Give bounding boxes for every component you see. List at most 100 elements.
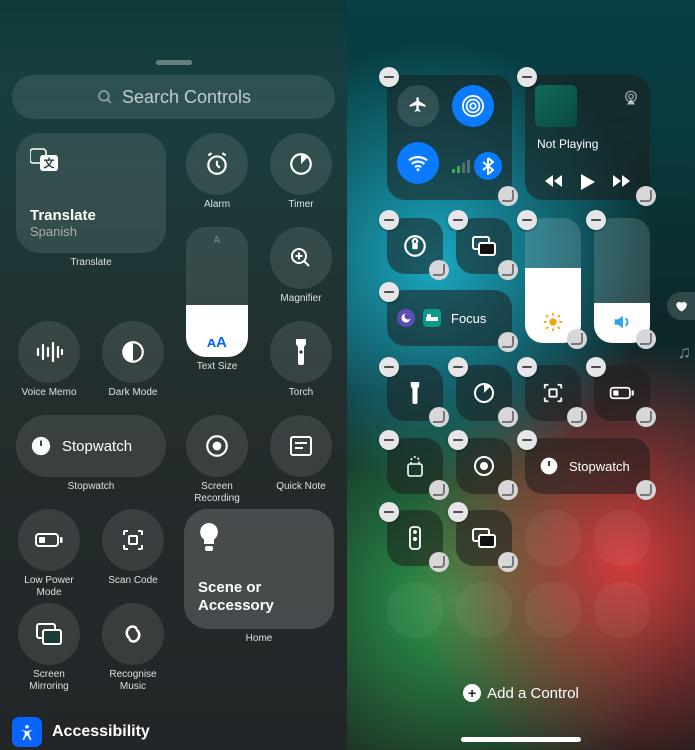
- remote-cc[interactable]: [387, 510, 443, 566]
- brightness-slider[interactable]: [525, 218, 581, 343]
- remove-connectivity-button[interactable]: [379, 67, 399, 87]
- remove-brightness-button[interactable]: [517, 210, 537, 230]
- stopwatch-control[interactable]: Stopwatch: [16, 415, 166, 477]
- low-power-control[interactable]: [18, 509, 80, 571]
- resize-handle[interactable]: [498, 480, 518, 500]
- resize-handle[interactable]: [567, 329, 587, 349]
- favorites-sidebar-icon[interactable]: [667, 292, 695, 320]
- timer-icon: [288, 151, 314, 177]
- airplay-icon[interactable]: [622, 89, 640, 107]
- voice-memo-control[interactable]: [18, 321, 80, 383]
- empty-slot[interactable]: [594, 510, 650, 566]
- connectivity-module[interactable]: [387, 75, 512, 200]
- empty-slot[interactable]: [387, 582, 443, 638]
- svg-text:文: 文: [44, 156, 56, 170]
- home-control[interactable]: Scene or Accessory: [184, 509, 334, 629]
- translate-control[interactable]: 文 Translate Spanish: [16, 133, 166, 253]
- forward-button[interactable]: [613, 174, 631, 190]
- resize-handle[interactable]: [429, 480, 449, 500]
- volume-slider[interactable]: [594, 218, 650, 343]
- search-placeholder: Search Controls: [122, 87, 251, 108]
- scan-code-cc[interactable]: [525, 365, 581, 421]
- remove-button[interactable]: [586, 357, 606, 377]
- battery-icon: [35, 532, 63, 548]
- add-control-label: Add a Control: [487, 685, 579, 702]
- dark-mode-icon: [120, 339, 146, 365]
- waveform-icon: [35, 342, 63, 362]
- screen-mirroring-control[interactable]: [18, 603, 80, 665]
- remove-button[interactable]: [379, 430, 399, 450]
- dark-mode-control[interactable]: [102, 321, 164, 383]
- remove-button[interactable]: [448, 357, 468, 377]
- empty-slot[interactable]: [594, 582, 650, 638]
- remove-volume-button[interactable]: [586, 210, 606, 230]
- sun-icon: [542, 311, 564, 333]
- resize-handle[interactable]: [498, 407, 518, 427]
- bluetooth-icon: [482, 157, 494, 175]
- magnifier-label: Magnifier: [280, 293, 321, 317]
- stopwatch-label: Stopwatch: [569, 459, 630, 474]
- orientation-lock-control[interactable]: [387, 218, 443, 274]
- music-sidebar-icon[interactable]: ♫: [678, 342, 692, 363]
- resize-handle[interactable]: [636, 329, 656, 349]
- play-button[interactable]: [581, 174, 595, 190]
- resize-handle[interactable]: [429, 260, 449, 280]
- empty-slot[interactable]: [525, 510, 581, 566]
- remove-button[interactable]: [517, 357, 537, 377]
- remove-orientation-lock-button[interactable]: [379, 210, 399, 230]
- torch-cc[interactable]: [387, 365, 443, 421]
- wifi-toggle[interactable]: [397, 142, 439, 184]
- rewind-button[interactable]: [545, 174, 563, 190]
- remove-screen-mirroring-button[interactable]: [448, 210, 468, 230]
- timer-cc[interactable]: [456, 365, 512, 421]
- focus-control[interactable]: Focus: [387, 290, 512, 346]
- screen-recording-cc[interactable]: [456, 438, 512, 494]
- bluetooth-toggle[interactable]: [474, 152, 502, 180]
- text-size-control[interactable]: A ᴀA: [186, 227, 248, 357]
- airplane-mode-toggle[interactable]: [397, 85, 439, 127]
- remove-button[interactable]: [448, 502, 468, 522]
- privacy-lock-cc[interactable]: [387, 438, 443, 494]
- stopwatch-cc[interactable]: Stopwatch: [525, 438, 650, 494]
- screen-recording-control[interactable]: [186, 415, 248, 477]
- torch-icon: [294, 339, 308, 365]
- resize-handle[interactable]: [498, 332, 518, 352]
- resize-handle[interactable]: [429, 552, 449, 572]
- remove-button[interactable]: [517, 430, 537, 450]
- battery-icon: [609, 386, 635, 400]
- screen-mirroring-cc-2[interactable]: [456, 510, 512, 566]
- resize-handle[interactable]: [498, 552, 518, 572]
- accessibility-section: Accessibility: [12, 717, 335, 747]
- scan-code-control[interactable]: [102, 509, 164, 571]
- alarm-control[interactable]: [186, 133, 248, 195]
- recognise-music-control[interactable]: [102, 603, 164, 665]
- quick-note-control[interactable]: [270, 415, 332, 477]
- resize-handle[interactable]: [567, 407, 587, 427]
- remove-button[interactable]: [379, 502, 399, 522]
- empty-slot[interactable]: [456, 582, 512, 638]
- screen-mirroring-cc[interactable]: [456, 218, 512, 274]
- resize-handle[interactable]: [498, 260, 518, 280]
- remove-button[interactable]: [448, 430, 468, 450]
- screen-mirroring-label: Screen Mirroring: [29, 669, 68, 693]
- add-control-button[interactable]: + Add a Control: [347, 684, 695, 702]
- resize-handle[interactable]: [636, 480, 656, 500]
- plus-icon: +: [463, 684, 481, 702]
- lightbulb-icon: [198, 523, 220, 553]
- remove-now-playing-button[interactable]: [517, 67, 537, 87]
- resize-handle[interactable]: [636, 407, 656, 427]
- empty-slot[interactable]: [525, 582, 581, 638]
- search-icon: [96, 88, 114, 106]
- resize-handle[interactable]: [429, 407, 449, 427]
- remove-focus-button[interactable]: [379, 282, 399, 302]
- remove-button[interactable]: [379, 357, 399, 377]
- magnifier-control[interactable]: [270, 227, 332, 289]
- airdrop-toggle[interactable]: [452, 85, 494, 127]
- low-power-cc[interactable]: [594, 365, 650, 421]
- home-indicator[interactable]: [461, 737, 581, 742]
- now-playing-module[interactable]: Not Playing: [525, 75, 650, 200]
- torch-control[interactable]: [270, 321, 332, 383]
- timer-control[interactable]: [270, 133, 332, 195]
- search-controls-field[interactable]: Search Controls: [12, 75, 335, 119]
- sheet-grabber[interactable]: [156, 60, 192, 65]
